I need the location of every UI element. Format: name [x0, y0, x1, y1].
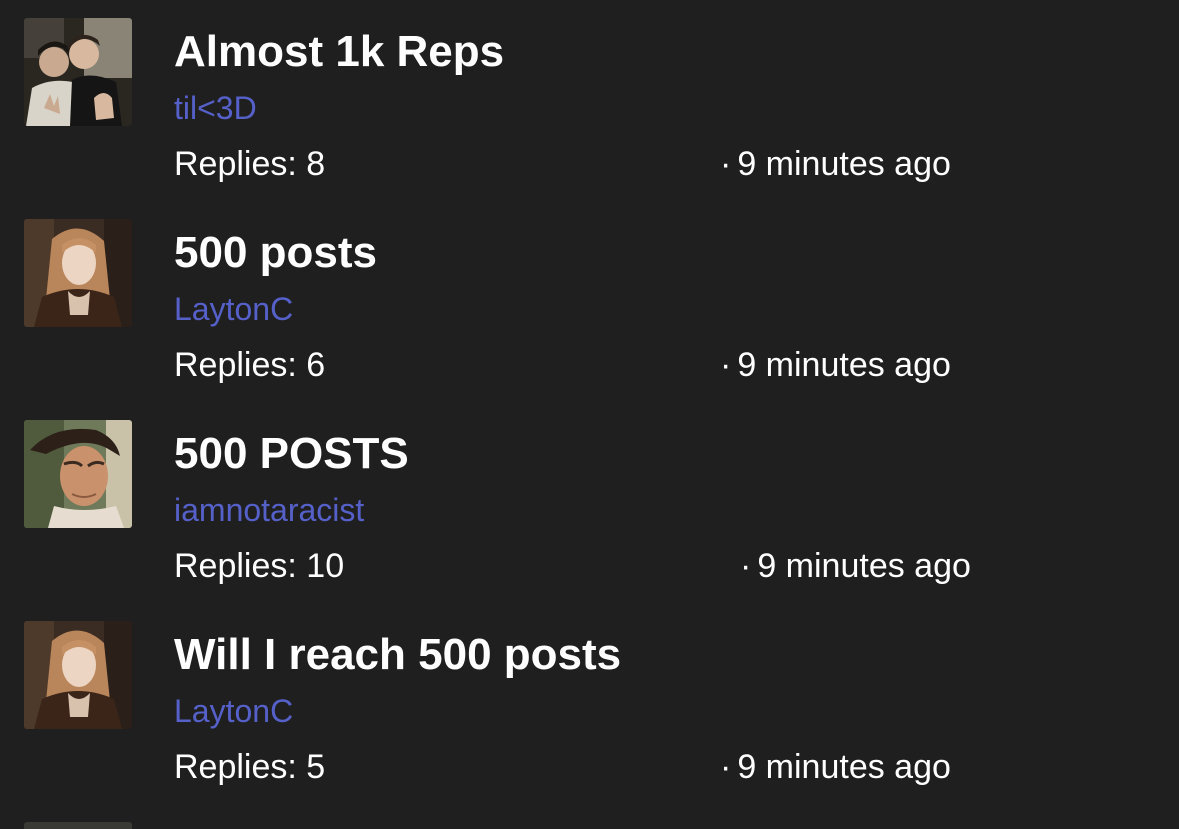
timestamp: · 9 minutes ago: [720, 143, 951, 185]
author-link[interactable]: iamnotaracist: [174, 490, 364, 530]
separator-dot: ·: [720, 748, 732, 786]
thread-title[interactable]: Will I reach 500 posts: [174, 629, 621, 681]
reply-count: Replies: 10: [174, 547, 345, 585]
man-photo-avatar[interactable]: [24, 420, 132, 528]
reply-count: Replies: 5: [174, 748, 326, 786]
thread-title[interactable]: 500 POSTS: [174, 428, 409, 480]
thread-item[interactable]: Will I reach 500 posts LaytonC Replies: …: [0, 603, 1179, 804]
two-people-photo-avatar[interactable]: [24, 18, 132, 126]
author-link[interactable]: til<3D: [174, 88, 257, 128]
timestamp-text: 9 minutes ago: [737, 346, 951, 384]
reply-count: Replies: 8: [174, 145, 326, 183]
thread-item[interactable]: 500 posts LaytonC Replies: 6 · 9 minutes …: [0, 201, 1179, 402]
timestamp: · 9 minutes ago: [720, 746, 951, 788]
author-link[interactable]: LaytonC: [174, 691, 293, 731]
thread-item[interactable]: Almost 1k Reps til<3D Replies: 8 · 9 minu…: [0, 0, 1179, 201]
reply-count: Replies: 6: [174, 346, 326, 384]
thread-item[interactable]: 500 POSTS iamnotaracist Replies: 10 · 9 m…: [0, 402, 1179, 603]
separator-dot: ·: [720, 145, 732, 183]
separator-dot: ·: [720, 346, 732, 384]
timestamp: · 9 minutes ago: [720, 344, 951, 386]
next-thread-avatar[interactable]: [24, 822, 132, 829]
thread-list: Almost 1k Reps til<3D Replies: 8 · 9 minu…: [0, 0, 1179, 829]
woman-photo-avatar[interactable]: [24, 219, 132, 327]
timestamp-text: 9 minutes ago: [737, 145, 951, 183]
timestamp-text: 9 minutes ago: [757, 547, 971, 585]
thread-title[interactable]: 500 posts: [174, 227, 377, 279]
separator-dot: ·: [740, 547, 752, 585]
timestamp-text: 9 minutes ago: [737, 748, 951, 786]
woman-photo-avatar[interactable]: [24, 621, 132, 729]
timestamp: · 9 minutes ago: [740, 545, 971, 587]
thread-title[interactable]: Almost 1k Reps: [174, 26, 504, 78]
author-link[interactable]: LaytonC: [174, 289, 293, 329]
